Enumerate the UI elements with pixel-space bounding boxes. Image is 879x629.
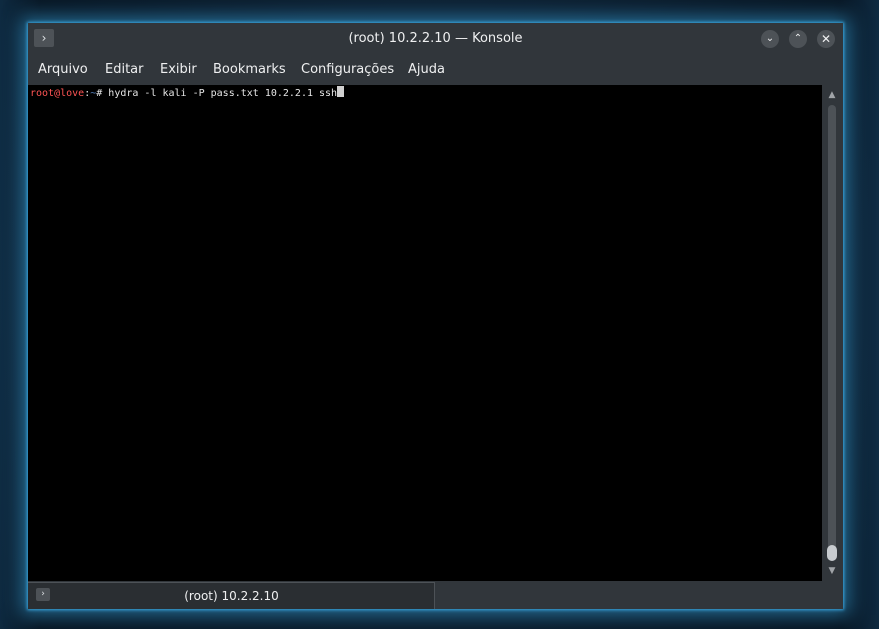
- tab-label: (root) 10.2.2.10: [184, 589, 279, 603]
- chevron-down-icon: ⌄: [765, 33, 775, 44]
- menu-ajuda[interactable]: Ajuda: [408, 56, 445, 84]
- prompt-user: root@love: [30, 88, 85, 99]
- chevron-up-icon: ⌃: [793, 33, 803, 44]
- menu-bookmarks[interactable]: Bookmarks: [213, 56, 286, 84]
- close-button[interactable]: ✕: [817, 30, 835, 48]
- scroll-track[interactable]: [828, 105, 836, 561]
- title-bar[interactable]: › (root) 10.2.2.10 — Konsole ⌄ ⌃ ✕: [28, 23, 843, 55]
- menu-editar[interactable]: Editar: [105, 56, 144, 84]
- menu-arquivo[interactable]: Arquivo: [38, 56, 88, 84]
- menu-exibir[interactable]: Exibir: [160, 56, 197, 84]
- window-title: (root) 10.2.2.10 — Konsole: [348, 31, 523, 46]
- tab-bar: › (root) 10.2.2.10: [28, 582, 843, 609]
- terminal-area[interactable]: root@love:~# hydra -l kali -P pass.txt 1…: [28, 85, 822, 581]
- scroll-down-icon[interactable]: ▼: [824, 563, 840, 579]
- menu-bar: Arquivo Editar Exibir Bookmarks Configur…: [28, 56, 843, 84]
- minimize-button[interactable]: ⌄: [761, 30, 779, 48]
- scroll-up-icon[interactable]: ▲: [824, 87, 840, 103]
- close-icon: ✕: [820, 32, 832, 46]
- konsole-window: › (root) 10.2.2.10 — Konsole ⌄ ⌃ ✕ Arqui…: [28, 23, 843, 609]
- command-text: hydra -l kali -P pass.txt 10.2.2.1 ssh: [108, 88, 338, 99]
- tab-session[interactable]: › (root) 10.2.2.10: [28, 582, 435, 609]
- text-cursor: [337, 86, 345, 97]
- command-line: root@love:~# hydra -l kali -P pass.txt 1…: [30, 86, 345, 100]
- terminal-scrollbar[interactable]: ▲ ▼: [824, 85, 840, 581]
- prompt-symbol: #: [96, 88, 109, 99]
- maximize-button[interactable]: ⌃: [789, 30, 807, 48]
- menu-configuracoes[interactable]: Configurações: [301, 56, 394, 84]
- scroll-thumb[interactable]: [827, 545, 837, 561]
